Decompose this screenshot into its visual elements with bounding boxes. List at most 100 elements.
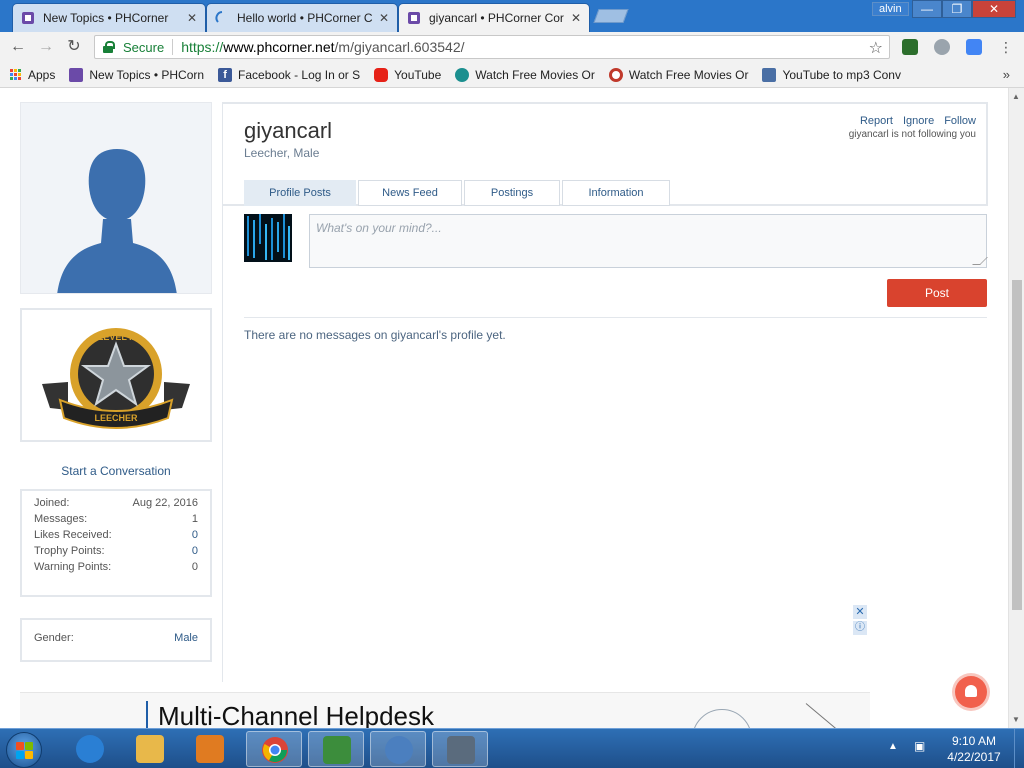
profile-tabs: Profile Posts News Feed Postings Informa… [244,180,670,206]
chrome-icon [262,737,288,763]
matrix-avatar-icon [244,214,292,262]
windows-taskbar: ▲ ▣ 9:10 AM 4/22/2017 [0,728,1024,768]
omnibox[interactable]: Secure https://www.phcorner.net/m/giyanc… [94,35,890,59]
scrollbar-thumb[interactable] [1012,280,1022,610]
secure-label: Secure [123,39,165,55]
badge-level-text: LEVEL II [98,332,134,342]
tray-expand-icon[interactable]: ▲ [888,741,898,752]
taskbar-settings[interactable] [432,731,488,767]
stat-warning-points: Warning Points: 0 [34,561,198,577]
system-clock[interactable]: 9:10 AM 4/22/2017 [938,733,1010,765]
tab-profile-posts[interactable]: Profile Posts [244,180,356,206]
report-link[interactable]: Report [860,115,893,127]
url-text[interactable]: https://www.phcorner.net/m/giyancarl.603… [181,39,464,55]
member-stats: Joined: Aug 22, 2016 Messages: 1 Likes Rec… [20,489,212,597]
forward-icon[interactable]: → [36,37,56,57]
tab-information[interactable]: Information [562,180,670,206]
tab-close-icon[interactable]: ✕ [379,11,389,25]
taskbar-download-manager[interactable] [308,731,364,767]
tab-close-icon[interactable]: ✕ [571,11,581,25]
status-update-input[interactable]: What's on your mind?... [309,214,988,268]
profile-avatar[interactable] [20,102,212,294]
clock-date: 4/22/2017 [947,750,1001,764]
ad-info-icon[interactable]: ⓘ [853,621,867,635]
profile-actions: Report Ignore Follow [860,115,976,127]
taskbar-internet-explorer[interactable] [62,731,118,767]
bookmarks-bar: Apps New Topics • PHCorn f Facebook - Lo… [0,62,1024,88]
new-tab-button[interactable] [593,9,629,23]
ad-banner[interactable]: Multi-Channel Helpdesk [20,692,870,728]
stat-label: Joined: [34,497,70,509]
taskbar-eagle-app[interactable] [370,731,426,767]
start-conversation-link[interactable]: Start a Conversation [20,464,212,478]
bookmark-youtube-mp3[interactable]: YouTube to mp3 Conv [762,67,901,82]
bookmark-facebook[interactable]: f Facebook - Log In or S [218,67,360,82]
resize-handle-icon[interactable] [972,257,988,265]
scroll-down-icon[interactable]: ▼ [1012,715,1020,724]
loading-icon [215,11,223,23]
profile-username: giyancarl [244,118,333,143]
settings-gear-icon [447,736,475,764]
file-explorer-icon [136,735,164,763]
tab-new-topics[interactable]: New Topics • PHCorner ✕ [12,3,206,32]
taskbar-media-player[interactable] [182,731,238,767]
follow-link[interactable]: Follow [944,115,976,127]
ad-accent-bar [146,701,148,728]
tab-label: giyancarl • PHCorner Cor [429,11,564,25]
gender-label: Gender: [34,632,74,644]
browser-titlebar: New Topics • PHCorner ✕ Hello world • PH… [0,0,1024,32]
lock-icon [103,41,115,53]
google-translate-icon[interactable] [966,39,982,55]
tab-news-feed[interactable]: News Feed [358,180,462,206]
bookmark-new-topics[interactable]: New Topics • PHCorn [69,67,205,82]
taskbar-file-explorer[interactable] [122,731,178,767]
network-icon[interactable]: ▣ [914,739,925,753]
download-extension-icon[interactable] [902,39,918,55]
stat-value[interactable]: 0 [192,545,198,561]
play-circle-icon [455,67,470,82]
bookmark-youtube[interactable]: YouTube [374,67,441,82]
stat-value[interactable]: 0 [192,529,198,545]
tab-close-icon[interactable]: ✕ [187,11,197,25]
bookmark-label: New Topics • PHCorn [89,67,205,82]
tab-giyancarl[interactable]: giyancarl • PHCorner Cor ✕ [398,3,590,32]
gender-box: Gender: Male [20,618,212,662]
profile-user-title: Leecher, Male [244,146,320,160]
tab-hello-world[interactable]: Hello world • PHCorner C ✕ [206,3,398,32]
close-window-button[interactable]: ✕ [972,0,1016,18]
stat-messages: Messages: 1 [34,513,198,529]
bookmark-watch-movies-2[interactable]: Watch Free Movies Or [608,67,748,82]
profile-user-badge[interactable]: alvin [872,2,909,16]
extension-globe-icon[interactable] [934,39,950,55]
apps-grid-icon [10,68,22,81]
chrome-menu-icon[interactable]: ⋮ [996,37,1016,57]
back-icon[interactable]: ← [8,37,28,57]
show-desktop-button[interactable] [1014,729,1024,768]
ignore-link[interactable]: Ignore [903,115,934,127]
start-button[interactable] [6,732,42,768]
bookmark-apps[interactable]: Apps [10,68,55,82]
minimize-button[interactable]: — [912,0,942,18]
stat-joined: Joined: Aug 22, 2016 [34,497,198,513]
phcorner-icon [408,12,420,24]
stat-value: Aug 22, 2016 [132,497,198,509]
tab-postings[interactable]: Postings [464,180,560,206]
maximize-button[interactable]: ❐ [942,0,972,18]
phcorner-icon [69,67,84,82]
stat-label: Likes Received: [34,529,112,541]
bookmark-star-icon[interactable]: ☆ [869,38,883,58]
current-user-avatar[interactable] [244,214,292,262]
post-button[interactable]: Post [887,279,987,307]
taskbar-chrome[interactable] [246,731,302,767]
page-scrollbar[interactable]: ▲ ▼ [1008,88,1024,728]
gender-value: Male [174,632,198,644]
tab-label: New Topics • PHCorner [43,11,169,25]
notification-bell-icon[interactable] [955,676,987,708]
bookmark-label: YouTube to mp3 Conv [782,67,901,82]
stat-value: 0 [191,561,198,573]
ad-close-icon[interactable]: ✕ [853,605,867,619]
bookmark-watch-movies-1[interactable]: Watch Free Movies Or [455,67,595,82]
scroll-up-icon[interactable]: ▲ [1012,92,1020,101]
reload-icon[interactable]: ↻ [64,37,84,57]
bookmarks-overflow-icon[interactable]: » [1003,67,1010,82]
